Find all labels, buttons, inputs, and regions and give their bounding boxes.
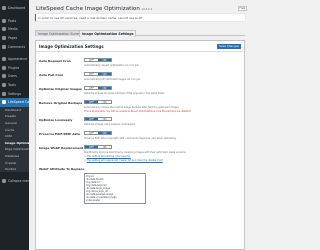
submenu-item-cdn[interactable]: CDN — [0, 132, 29, 140]
setting-description: Automatically request optimization via c… — [84, 64, 140, 67]
toggle-preserve-exif-xmp[interactable]: OFF ON — [84, 131, 112, 136]
sidebar-item-tools[interactable]: Tools — [0, 81, 29, 90]
sidebar-item-comments[interactable]: Comments — [0, 42, 29, 51]
nav-tabs: Image Optimization Summary Image Optimiz… — [35, 27, 245, 37]
settings-icon — [2, 91, 6, 96]
note-link[interactable]: This setting will regenerate crawler lis… — [87, 159, 163, 162]
toggle-remove-original-backups[interactable]: OFF ON — [84, 100, 112, 105]
setting-label-optimize-original-images: Optimize Original Images — [39, 87, 82, 91]
toggle-on-option[interactable]: ON — [98, 101, 111, 104]
toggle-off-option[interactable]: OFF — [85, 118, 98, 121]
card-divider — [36, 51, 244, 52]
setting-description: Optimize images and save backups of the … — [84, 92, 165, 95]
litespeed-icon — [2, 100, 6, 105]
sidebar-item-media[interactable]: Media — [0, 25, 29, 34]
setting-label-preserve-exif-xmp: Preserve EXIF/XMP data — [39, 132, 80, 136]
submenu-item-cache[interactable]: Cache — [0, 126, 29, 133]
toggle-on-option[interactable]: ON — [98, 73, 111, 76]
collapse-menu-button[interactable]: Collapse menu — [0, 176, 29, 185]
submenu-item-dashboard[interactable]: Dashboard — [0, 106, 29, 114]
toggle-off-option[interactable]: OFF — [85, 73, 98, 76]
page-icon — [2, 36, 6, 41]
toggle-on-option[interactable]: ON — [98, 87, 111, 90]
toggle-off-option[interactable]: OFF — [85, 101, 98, 104]
submenu-item-page-optimization[interactable]: Page Optimization — [0, 146, 29, 153]
save-changes-button[interactable]: Save Changes — [217, 43, 241, 49]
setting-label-webp-attribute: WebP Attribute To Replace — [39, 167, 85, 171]
sidebar-item-posts[interactable]: Posts — [0, 17, 29, 26]
sidebar-item-dashboard[interactable]: Dashboard — [0, 4, 29, 13]
pin-icon — [2, 18, 6, 23]
setting-warning: This is irreversible. You will be unable… — [84, 109, 191, 113]
setting-label-remove-original-backups: Remove Original Backups — [39, 101, 83, 105]
toggle-off-option[interactable]: OFF — [85, 87, 98, 90]
submenu-item-crawler[interactable]: Crawler — [0, 159, 29, 166]
setting-label-auto-request-cron: Auto Request Cron — [39, 59, 71, 63]
list-item: video.poster — [86, 199, 101, 203]
submenu-item-image-optimization[interactable]: Image Optimization — [0, 139, 29, 147]
submenu-item-toolbox[interactable]: Toolbox — [0, 165, 29, 173]
collapse-icon — [2, 178, 6, 183]
toggle-auto-pull-cron[interactable]: OFF ON — [84, 72, 112, 77]
setting-description: Automatically pull optimized images via … — [84, 78, 141, 81]
sidebar-item-litespeed-cache[interactable]: LiteSpeed Cache — [0, 97, 29, 107]
setting-label-image-webp-replacement: Image WebP Replacement — [39, 146, 84, 150]
toggle-on-option[interactable]: ON — [98, 59, 111, 62]
toggle-optimize-original-images[interactable]: OFF ON — [84, 86, 112, 91]
toggle-optimize-losslessly[interactable]: OFF ON — [84, 117, 112, 122]
submenu-item-presets[interactable]: Presets — [0, 113, 29, 120]
toggle-on-option[interactable]: ON — [98, 146, 111, 149]
sidebar-item-appearance[interactable]: Appearance — [0, 55, 29, 64]
submenu-item-database[interactable]: Database — [0, 152, 29, 160]
setting-description: Preserve EXIF data (copyright, GPS, comm… — [84, 137, 177, 140]
user-icon — [2, 74, 6, 79]
notice-text: In order to use QC services, need a real… — [38, 15, 143, 20]
card-title: Image Optimization Settings — [39, 44, 104, 49]
admin-sidebar: Dashboard Posts Media Pages Comments App… — [0, 0, 29, 250]
setting-label-auto-pull-cron: Auto Pull Cron — [39, 73, 64, 77]
plugin-icon — [2, 65, 6, 70]
dashboard-icon — [2, 6, 6, 11]
brush-icon — [2, 57, 6, 62]
setting-note: ⊙ This setting will regenerate crawler l… — [84, 158, 163, 162]
toggle-auto-request-cron[interactable]: OFF ON — [84, 58, 112, 63]
setting-label-optimize-losslessly: Optimize Losslessly — [39, 118, 73, 122]
settings-card: Image Optimization Settings Save Changes… — [35, 40, 245, 250]
error-notice: In order to use QC services, need a real… — [35, 14, 245, 21]
toggle-off-option[interactable]: OFF — [85, 59, 98, 62]
sidebar-item-pages[interactable]: Pages — [0, 34, 29, 43]
toggle-on-option[interactable]: ON — [98, 132, 111, 135]
sidebar-item-settings[interactable]: Settings — [0, 89, 29, 98]
wrench-icon — [2, 83, 6, 88]
help-tab-button[interactable]: Help — [238, 6, 247, 11]
submenu-item-general[interactable]: General — [0, 119, 29, 127]
page-title: LiteSpeed Cache Image Optimization v6.3.… — [36, 6, 153, 12]
webp-attribute-textarea[interactable]: img.src div.data-thumb img.data-src img.… — [84, 173, 146, 205]
setting-description: Significantly improve load time by repla… — [84, 151, 187, 154]
media-icon — [2, 27, 6, 32]
main-content: LiteSpeed Cache Image Optimization v6.3.… — [29, 0, 250, 250]
sidebar-item-plugins[interactable]: Plugins — [0, 64, 29, 73]
toggle-image-webp-replacement[interactable]: OFF ON — [84, 145, 112, 150]
version-label: v6.3.0.1 — [141, 8, 153, 11]
tab-image-optimization-settings[interactable]: Image Optimization Settings — [79, 30, 137, 37]
toggle-on-option[interactable]: ON — [98, 118, 111, 121]
toggle-off-option[interactable]: OFF — [85, 146, 98, 149]
comment-icon — [2, 44, 6, 49]
setting-description: Optimize images using lossless compressi… — [84, 123, 136, 126]
toggle-off-option[interactable]: OFF — [85, 132, 98, 135]
sidebar-item-users[interactable]: Users — [0, 72, 29, 81]
